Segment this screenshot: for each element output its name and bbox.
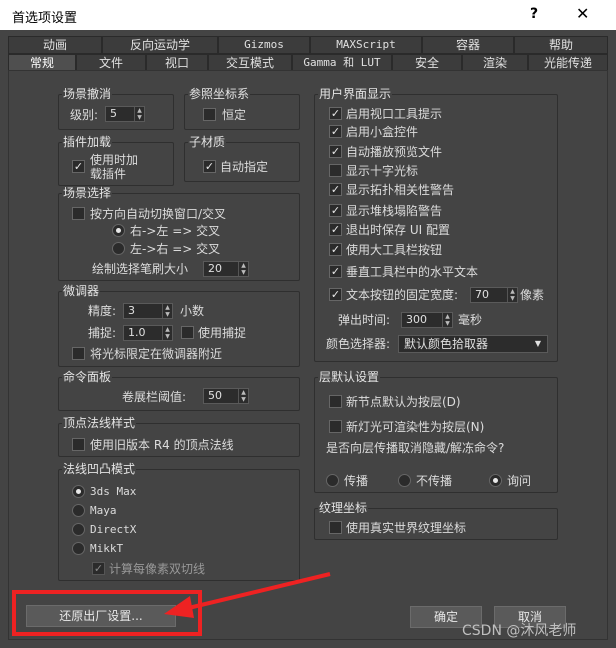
arrow-annotation xyxy=(164,572,331,618)
watermark: CSDN @沐风老师 xyxy=(462,623,577,639)
